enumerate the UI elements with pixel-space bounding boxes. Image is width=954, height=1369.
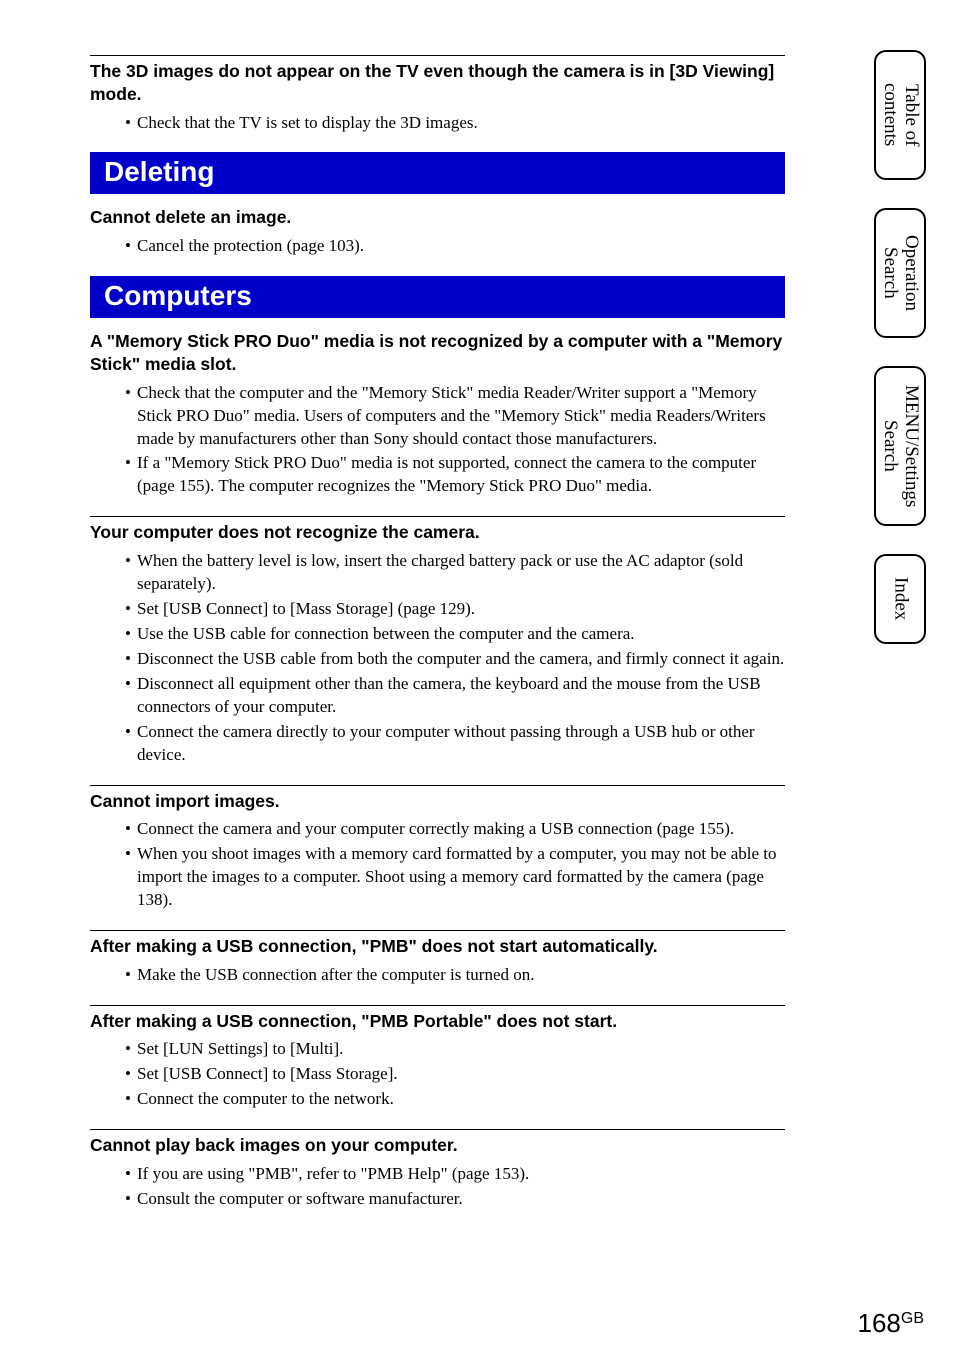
issue-bullets: Connect the camera and your computer cor… [90,818,785,912]
list-item: Set [USB Connect] to [Mass Storage] (pag… [125,598,785,621]
list-item: Make the USB connection after the comput… [125,964,785,987]
list-item: If you are using "PMB", refer to "PMB He… [125,1163,785,1186]
issue-heading: Your computer does not recognize the cam… [90,521,785,544]
issue-heading: After making a USB connection, "PMB" doe… [90,935,785,958]
issue-heading: After making a USB connection, "PMB Port… [90,1010,785,1033]
issue-block: Cannot delete an image. Cancel the prote… [90,206,785,258]
issue-block: Cannot import images. Connect the camera… [90,785,785,913]
list-item: Set [USB Connect] to [Mass Storage]. [125,1063,785,1086]
list-item: When the battery level is low, insert th… [125,550,785,596]
issue-heading: Cannot import images. [90,790,785,813]
list-item: Consult the computer or software manufac… [125,1188,785,1211]
issue-bullets: When the battery level is low, insert th… [90,550,785,766]
issue-heading: The 3D images do not appear on the TV ev… [90,60,785,106]
issue-heading: Cannot play back images on your computer… [90,1134,785,1157]
issue-block: After making a USB connection, "PMB" doe… [90,930,785,987]
side-nav-tabs: Table of contents Operation Search MENU/… [874,50,926,644]
list-item: Check that the TV is set to display the … [125,112,785,135]
issue-heading: A "Memory Stick PRO Duo" media is not re… [90,330,785,376]
page-number-suffix: GB [901,1310,924,1327]
page-number: 168GB [857,1308,924,1339]
issue-block: A "Memory Stick PRO Duo" media is not re… [90,330,785,498]
issue-block: Your computer does not recognize the cam… [90,516,785,766]
tab-menu-settings-search[interactable]: MENU/Settings Search [874,366,926,526]
list-item: Use the USB cable for connection between… [125,623,785,646]
issue-bullets: Make the USB connection after the comput… [90,964,785,987]
list-item: Disconnect all equipment other than the … [125,673,785,719]
list-item: Connect the computer to the network. [125,1088,785,1111]
tab-index[interactable]: Index [874,554,926,644]
tab-operation-search[interactable]: Operation Search [874,208,926,338]
section-heading-computers: Computers [90,276,785,318]
list-item: When you shoot images with a memory card… [125,843,785,912]
list-item: Check that the computer and the "Memory … [125,382,785,451]
list-item: Connect the camera and your computer cor… [125,818,785,841]
issue-bullets: If you are using "PMB", refer to "PMB He… [90,1163,785,1211]
page-number-value: 168 [857,1308,900,1338]
issue-bullets: Check that the TV is set to display the … [90,112,785,135]
issue-block: After making a USB connection, "PMB Port… [90,1005,785,1112]
issue-heading: Cannot delete an image. [90,206,785,229]
tab-table-of-contents[interactable]: Table of contents [874,50,926,180]
issue-block: The 3D images do not appear on the TV ev… [90,55,785,134]
issue-block: Cannot play back images on your computer… [90,1129,785,1211]
issue-bullets: Cancel the protection (page 103). [90,235,785,258]
list-item: Set [LUN Settings] to [Multi]. [125,1038,785,1061]
issue-bullets: Set [LUN Settings] to [Multi]. Set [USB … [90,1038,785,1111]
list-item: Connect the camera directly to your comp… [125,721,785,767]
page-content: The 3D images do not appear on the TV ev… [0,0,825,1211]
issue-bullets: Check that the computer and the "Memory … [90,382,785,499]
list-item: If a "Memory Stick PRO Duo" media is not… [125,452,785,498]
list-item: Disconnect the USB cable from both the c… [125,648,785,671]
list-item: Cancel the protection (page 103). [125,235,785,258]
section-heading-deleting: Deleting [90,152,785,194]
